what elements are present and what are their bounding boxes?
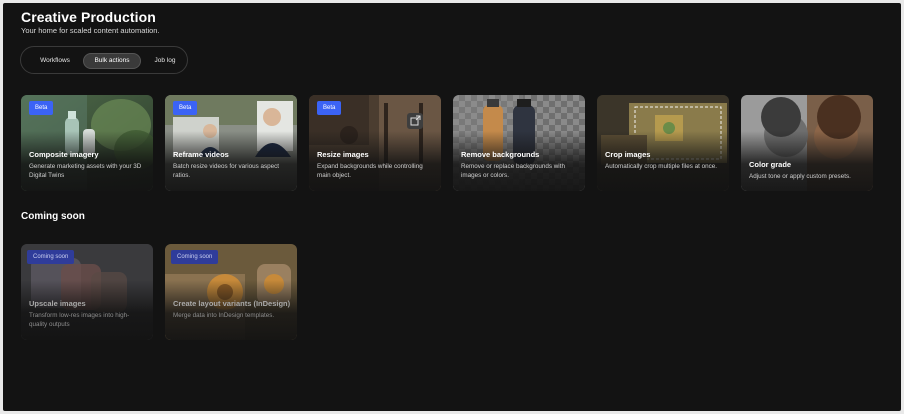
card-title: Composite imagery bbox=[29, 150, 99, 159]
card-reframe-videos[interactable]: Beta Reframe videos Batch resize videos … bbox=[165, 95, 297, 191]
card-title: Create layout variants (InDesign) bbox=[173, 299, 291, 308]
image-expand-icon[interactable] bbox=[407, 113, 423, 129]
card-title: Upscale images bbox=[29, 299, 86, 308]
card-description: Batch resize videos for various aspect r… bbox=[173, 163, 280, 179]
card-remove-backgrounds[interactable]: Remove backgrounds Remove or replace bac… bbox=[453, 95, 585, 191]
beta-badge: Beta bbox=[173, 101, 198, 115]
card-title: Remove backgrounds bbox=[461, 150, 540, 159]
card-title: Color grade bbox=[749, 160, 792, 169]
app-window: Creative Production Your home for scaled… bbox=[3, 3, 901, 411]
card-title: Crop images bbox=[605, 150, 651, 159]
page-title: Creative Production bbox=[21, 9, 156, 25]
section-heading-coming-soon: Coming soon bbox=[21, 211, 85, 222]
card-resize-images[interactable]: Beta Resize images Expand backgrounds wh… bbox=[309, 95, 441, 191]
card-description: Expand backgrounds while controlling mai… bbox=[317, 163, 423, 179]
beta-badge: Beta bbox=[317, 101, 342, 115]
tab-workflows[interactable]: Workflows bbox=[31, 53, 79, 69]
tab-bar: Workflows Bulk actions Job log bbox=[20, 46, 188, 74]
card-description: Adjust tone or apply custom presets. bbox=[749, 173, 851, 180]
card-composite-imagery[interactable]: Beta Composite imagery Generate marketin… bbox=[21, 95, 153, 191]
beta-badge: Beta bbox=[29, 101, 54, 115]
card-create-layout-variants[interactable]: Coming soon Create layout variants (InDe… bbox=[165, 244, 297, 340]
card-title: Reframe videos bbox=[173, 150, 229, 159]
card-description: Merge data into InDesign templates. bbox=[173, 312, 275, 319]
card-upscale-images[interactable]: Coming soon Upscale images Transform low… bbox=[21, 244, 153, 340]
coming-soon-badge: Coming soon bbox=[171, 250, 219, 264]
card-description: Transform low-res images into high-quali… bbox=[29, 312, 130, 328]
card-title: Resize images bbox=[317, 150, 369, 159]
card-description: Remove or replace backgrounds with image… bbox=[461, 163, 565, 179]
card-description: Generate marketing assets with your 3D D… bbox=[29, 163, 142, 179]
coming-soon-badge: Coming soon bbox=[27, 250, 75, 264]
page-subtitle: Your home for scaled content automation. bbox=[21, 26, 160, 35]
tab-job-log[interactable]: Job log bbox=[145, 53, 185, 69]
card-color-grade[interactable]: Color grade Adjust tone or apply custom … bbox=[741, 95, 873, 191]
tab-bulk-actions[interactable]: Bulk actions bbox=[83, 53, 141, 69]
card-description: Automatically crop multiple files at onc… bbox=[605, 163, 717, 170]
card-crop-images[interactable]: Crop images Automatically crop multiple … bbox=[597, 95, 729, 191]
